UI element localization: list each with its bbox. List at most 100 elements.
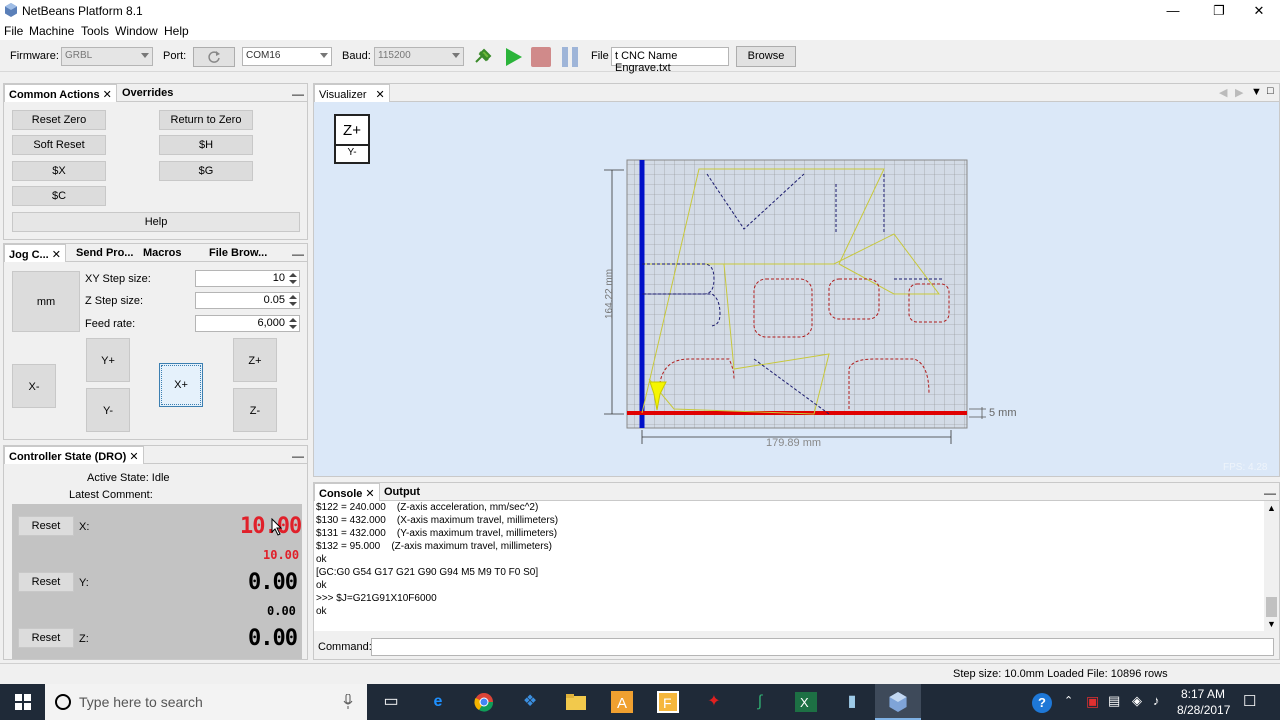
- gcode-state-button[interactable]: $G: [159, 161, 253, 181]
- microphone-icon[interactable]: [343, 694, 353, 710]
- scrollbar-thumb[interactable]: [1266, 597, 1277, 617]
- jog-y-minus-button[interactable]: Y-: [86, 388, 130, 432]
- jog-z-minus-button[interactable]: Z-: [233, 388, 277, 432]
- soft-reset-button[interactable]: Soft Reset: [12, 135, 106, 155]
- jog-y-plus-button[interactable]: Y+: [86, 338, 130, 382]
- port-select[interactable]: COM16: [242, 47, 332, 66]
- tab-common-actions[interactable]: Common Actions ✕: [4, 84, 117, 102]
- menu-help[interactable]: Help: [164, 24, 189, 38]
- minimize-panel-icon[interactable]: —: [1264, 486, 1276, 500]
- clock-time[interactable]: 8:17 AM: [1181, 687, 1225, 701]
- close-window-button[interactable]: ✕: [1236, 0, 1280, 22]
- chrome-icon[interactable]: [461, 684, 507, 720]
- tab-visualizer[interactable]: Visualizer ✕: [314, 84, 390, 102]
- active-state-label: Active State: Idle: [87, 472, 170, 484]
- firmware-select[interactable]: GRBL: [61, 47, 153, 66]
- feed-rate-label: Feed rate:: [85, 318, 136, 330]
- wifi-icon[interactable]: ◈: [1132, 693, 1142, 709]
- start-button[interactable]: [0, 684, 46, 720]
- menu-file[interactable]: File: [4, 24, 23, 38]
- baud-select[interactable]: 115200: [374, 47, 464, 66]
- reset-zero-button[interactable]: Reset Zero: [12, 110, 106, 130]
- minimize-panel-icon[interactable]: —: [292, 247, 304, 261]
- app-green-icon[interactable]: ∫: [737, 684, 783, 720]
- connect-plug-icon[interactable]: [470, 46, 498, 68]
- edge-icon[interactable]: e: [415, 684, 461, 720]
- notifications-icon[interactable]: ☐: [1243, 692, 1256, 710]
- reset-x-button[interactable]: Reset: [18, 516, 74, 536]
- width-dimension-label: 179.89 mm: [766, 437, 821, 449]
- chevron-up-icon[interactable]: ⌃: [1064, 694, 1073, 707]
- jog-x-minus-button[interactable]: X-: [12, 364, 56, 408]
- console-log[interactable]: $122 = 240.000 (Z-axis acceleration, mm/…: [314, 501, 1264, 631]
- app-f-icon[interactable]: F: [645, 684, 691, 720]
- tab-console[interactable]: Console ✕: [314, 483, 380, 501]
- volume-icon[interactable]: ♪: [1153, 693, 1160, 708]
- tab-send-progress[interactable]: Send Pro...: [72, 244, 137, 262]
- dropbox-icon[interactable]: ❖: [507, 684, 553, 720]
- tab-output[interactable]: Output: [380, 483, 424, 501]
- taskbar: Type here to search ▭ e ❖ A F ✦ ∫ X ▮ ? …: [0, 684, 1280, 720]
- unit-toggle-button[interactable]: mm: [12, 271, 80, 332]
- close-icon[interactable]: ✕: [376, 89, 385, 101]
- tab-strip: Common Actions ✕ Overrides —: [4, 84, 307, 102]
- menu-machine[interactable]: Machine: [29, 24, 74, 38]
- menu-window[interactable]: Window: [115, 24, 158, 38]
- reset-y-button[interactable]: Reset: [18, 572, 74, 592]
- minimize-panel-icon[interactable]: —: [292, 87, 304, 101]
- file-path-field[interactable]: t CNC Name Engrave.txt: [611, 47, 729, 74]
- minimize-panel-icon[interactable]: —: [292, 449, 304, 463]
- battery-icon[interactable]: ▤: [1108, 693, 1120, 709]
- command-input[interactable]: [371, 638, 1274, 656]
- refresh-ports-button[interactable]: [193, 47, 235, 67]
- view-orientation-cube[interactable]: Z+ Y-: [334, 114, 370, 164]
- task-view-icon[interactable]: ▭: [368, 684, 414, 720]
- pause-icon[interactable]: [557, 46, 585, 68]
- z-step-spinner[interactable]: 0.05: [195, 292, 300, 309]
- xy-step-spinner[interactable]: 10: [195, 270, 300, 287]
- tab-jog-controller[interactable]: Jog C... ✕: [4, 244, 66, 262]
- taskbar-search-box[interactable]: Type here to search: [45, 684, 367, 720]
- close-icon[interactable]: ✕: [365, 488, 374, 500]
- tab-file-browser[interactable]: File Brow...: [205, 244, 271, 262]
- scroll-left-icon[interactable]: ◀: [1219, 86, 1227, 99]
- chevron-down-icon[interactable]: ▼: [1251, 86, 1262, 98]
- file-explorer-icon[interactable]: [553, 684, 599, 720]
- menu-tools[interactable]: Tools: [81, 24, 109, 38]
- tray-app-icon[interactable]: ▣: [1086, 693, 1099, 710]
- close-icon[interactable]: ✕: [52, 249, 61, 261]
- tab-controller-state[interactable]: Controller State (DRO) ✕: [4, 446, 144, 464]
- maximize-panel-icon[interactable]: □: [1267, 85, 1274, 97]
- close-icon[interactable]: ✕: [129, 451, 138, 463]
- jog-z-plus-button[interactable]: Z+: [233, 338, 277, 382]
- stop-icon[interactable]: [528, 46, 556, 68]
- tab-macros[interactable]: Macros: [139, 244, 186, 262]
- scroll-down-icon[interactable]: ▼: [1267, 619, 1276, 629]
- visualizer-panel: Visualizer ✕ ◀ ▶ ▼ □ Z+ Y- 164.22 mm 179.…: [313, 83, 1280, 477]
- excel-icon[interactable]: X: [783, 684, 829, 720]
- close-icon[interactable]: ✕: [103, 89, 112, 101]
- netbeans-taskbar-icon[interactable]: [875, 684, 921, 720]
- unlock-button[interactable]: $X: [12, 161, 106, 181]
- scroll-up-icon[interactable]: ▲: [1267, 503, 1276, 513]
- console-scrollbar[interactable]: ▲ ▼: [1264, 501, 1279, 631]
- help-tray-icon[interactable]: ?: [1032, 693, 1052, 713]
- app-red-icon[interactable]: ✦: [691, 684, 737, 720]
- scroll-right-icon[interactable]: ▶: [1235, 86, 1243, 99]
- feed-rate-spinner[interactable]: 6,000: [195, 315, 300, 332]
- jog-x-plus-button[interactable]: X+: [159, 363, 203, 407]
- reset-z-button[interactable]: Reset: [18, 628, 74, 648]
- check-mode-button[interactable]: $C: [12, 186, 106, 206]
- window-title: NetBeans Platform 8.1: [22, 4, 143, 18]
- minimize-window-button[interactable]: —: [1150, 0, 1196, 22]
- app-a-icon[interactable]: A: [599, 684, 645, 720]
- app-blue-icon[interactable]: ▮: [829, 684, 875, 720]
- clock-date[interactable]: 8/28/2017: [1177, 703, 1230, 717]
- play-icon[interactable]: [500, 46, 528, 68]
- toolpath-view[interactable]: 164.22 mm 179.89 mm 5 mm: [594, 154, 1034, 454]
- browse-button[interactable]: Browse: [736, 46, 796, 67]
- help-button[interactable]: Help: [12, 212, 300, 232]
- tab-overrides[interactable]: Overrides: [118, 84, 177, 102]
- home-button[interactable]: $H: [159, 135, 253, 155]
- return-to-zero-button[interactable]: Return to Zero: [159, 110, 253, 130]
